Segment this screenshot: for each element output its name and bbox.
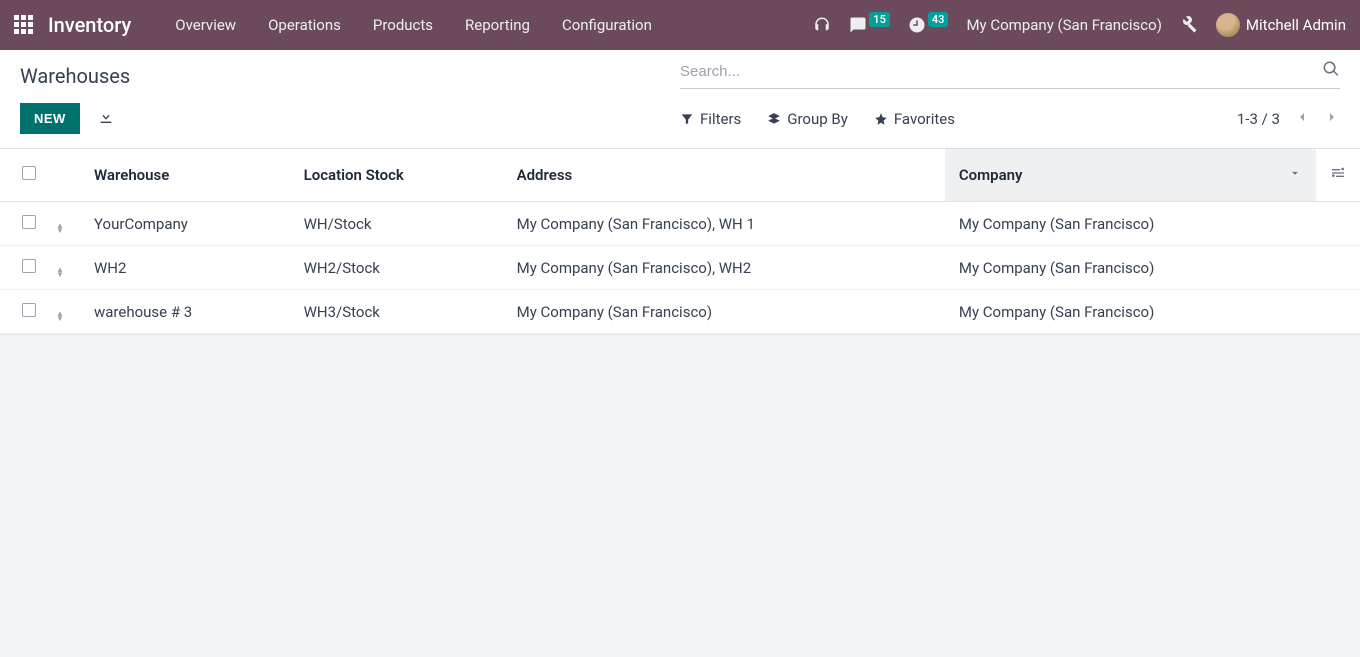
- messages-icon[interactable]: 15: [849, 16, 890, 34]
- chevron-down-icon: [1288, 166, 1302, 184]
- activities-badge: 43: [928, 12, 949, 27]
- groupby-button[interactable]: Group By: [767, 110, 848, 128]
- drag-handle-icon[interactable]: ▲▼: [56, 267, 64, 277]
- table-header-row: Warehouse Location Stock Address Company: [0, 149, 1360, 202]
- breadcrumb: Warehouses: [20, 60, 130, 88]
- search-input[interactable]: [680, 63, 1322, 80]
- cell-company: My Company (San Francisco): [945, 290, 1316, 334]
- col-checkbox: [0, 149, 56, 202]
- favorites-label: Favorites: [894, 110, 955, 128]
- nav-menu: Overview Operations Products Reporting C…: [159, 16, 668, 34]
- user-menu[interactable]: Mitchell Admin: [1216, 13, 1346, 37]
- pager-text[interactable]: 1-3 / 3: [1237, 110, 1280, 128]
- table-row[interactable]: ▲▼ warehouse # 3 WH3/Stock My Company (S…: [0, 290, 1360, 334]
- drag-handle-icon[interactable]: ▲▼: [56, 311, 64, 321]
- cell-address: My Company (San Francisco), WH 1: [503, 202, 945, 246]
- nav-right: 15 43 My Company (San Francisco) Mitchel…: [813, 13, 1346, 37]
- cell-address: My Company (San Francisco): [503, 290, 945, 334]
- top-navbar: Inventory Overview Operations Products R…: [0, 0, 1360, 50]
- apps-icon[interactable]: [14, 15, 34, 35]
- empty-area: [0, 334, 1360, 634]
- cp-row-bottom: NEW Filters Group By Favorites 1-3 / 3: [20, 103, 1340, 134]
- pager: 1-3 / 3: [1237, 109, 1340, 129]
- cell-location-stock: WH2/Stock: [290, 246, 503, 290]
- col-warehouse[interactable]: Warehouse: [80, 149, 290, 202]
- table-row[interactable]: ▲▼ YourCompany WH/Stock My Company (San …: [0, 202, 1360, 246]
- nav-menu-operations[interactable]: Operations: [252, 16, 357, 34]
- company-selector[interactable]: My Company (San Francisco): [966, 16, 1161, 34]
- cell-warehouse: warehouse # 3: [80, 290, 290, 334]
- nav-menu-overview[interactable]: Overview: [159, 16, 252, 34]
- tools-icon[interactable]: [1180, 16, 1198, 34]
- drag-handle-icon[interactable]: ▲▼: [56, 223, 64, 233]
- row-checkbox[interactable]: [22, 303, 36, 317]
- col-handle: [56, 149, 80, 202]
- cell-location-stock: WH3/Stock: [290, 290, 503, 334]
- nav-left: Inventory Overview Operations Products R…: [14, 13, 668, 37]
- cell-address: My Company (San Francisco), WH2: [503, 246, 945, 290]
- cp-row-top: Warehouses: [20, 60, 1340, 89]
- select-all-checkbox[interactable]: [22, 166, 36, 180]
- warehouses-table: Warehouse Location Stock Address Company…: [0, 149, 1360, 334]
- headset-icon[interactable]: [813, 16, 831, 34]
- messages-badge: 15: [869, 12, 890, 27]
- row-checkbox[interactable]: [22, 215, 36, 229]
- pager-next-icon[interactable]: [1324, 109, 1340, 129]
- groupby-label: Group By: [787, 110, 848, 128]
- nav-menu-configuration[interactable]: Configuration: [546, 16, 668, 34]
- table-wrap: Warehouse Location Stock Address Company…: [0, 149, 1360, 657]
- user-name: Mitchell Admin: [1246, 16, 1346, 34]
- nav-menu-reporting[interactable]: Reporting: [449, 16, 546, 34]
- search-icon[interactable]: [1322, 60, 1340, 82]
- col-location-stock[interactable]: Location Stock: [290, 149, 503, 202]
- cell-location-stock: WH/Stock: [290, 202, 503, 246]
- cell-warehouse: YourCompany: [80, 202, 290, 246]
- control-panel: Warehouses NEW Filters Group By Favorite…: [0, 50, 1360, 149]
- cell-company: My Company (San Francisco): [945, 246, 1316, 290]
- filters-label: Filters: [700, 110, 741, 128]
- col-company-label: Company: [959, 166, 1023, 184]
- avatar: [1216, 13, 1240, 37]
- table-row[interactable]: ▲▼ WH2 WH2/Stock My Company (San Francis…: [0, 246, 1360, 290]
- activities-icon[interactable]: 43: [908, 16, 949, 34]
- download-icon[interactable]: [98, 109, 114, 129]
- new-button[interactable]: NEW: [20, 103, 80, 134]
- search-area: [680, 60, 1340, 89]
- col-address[interactable]: Address: [503, 149, 945, 202]
- row-checkbox[interactable]: [22, 259, 36, 273]
- nav-menu-products[interactable]: Products: [357, 16, 449, 34]
- col-optional[interactable]: [1316, 149, 1360, 202]
- col-company[interactable]: Company: [945, 149, 1316, 202]
- search-toolbar: Filters Group By Favorites 1-3 / 3: [680, 109, 1340, 129]
- sliders-icon: [1330, 167, 1346, 185]
- filters-button[interactable]: Filters: [680, 110, 741, 128]
- pager-prev-icon[interactable]: [1294, 109, 1310, 129]
- app-title[interactable]: Inventory: [48, 13, 131, 37]
- cell-company: My Company (San Francisco): [945, 202, 1316, 246]
- favorites-button[interactable]: Favorites: [874, 110, 955, 128]
- cell-warehouse: WH2: [80, 246, 290, 290]
